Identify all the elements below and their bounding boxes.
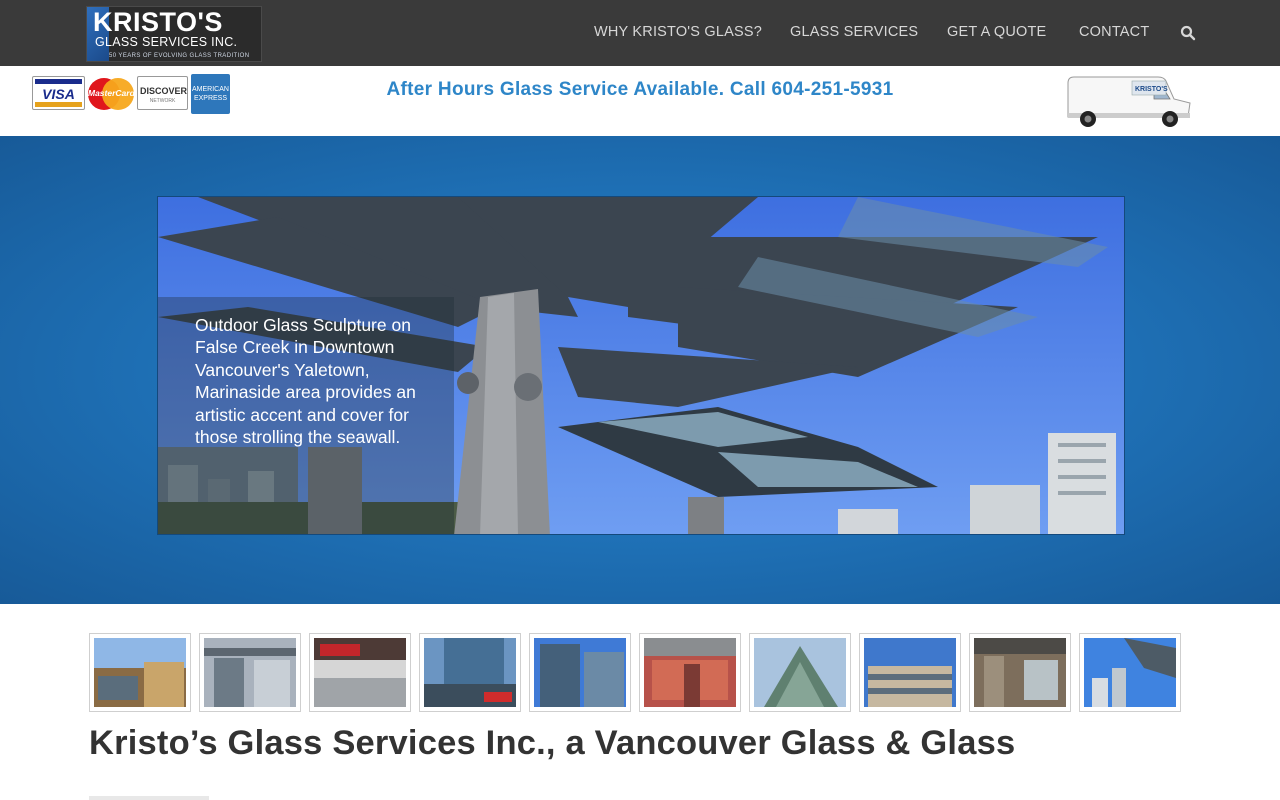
thumb-3[interactable] — [309, 633, 411, 712]
nav-get-a-quote[interactable]: GET A QUOTE — [947, 24, 1046, 40]
logo-tagline: 50 YEARS OF EVOLVING GLASS TRADITION — [109, 53, 250, 59]
van-label: KRISTO'S — [1135, 86, 1168, 93]
thumb-7[interactable] — [749, 633, 851, 712]
logo-brand-line1: KRISTO'S — [93, 7, 223, 37]
thumb-image — [644, 638, 736, 707]
search-icon[interactable] — [1180, 25, 1196, 41]
thumb-image — [974, 638, 1066, 707]
thumb-6[interactable] — [639, 633, 741, 712]
nav-glass-services[interactable]: GLASS SERVICES — [790, 24, 918, 40]
thumb-image — [534, 638, 626, 707]
subtitle-cutoff — [89, 796, 209, 800]
logo-brand-line2: GLASS SERVICES INC. — [95, 35, 238, 49]
thumbnail-strip — [89, 633, 1181, 713]
thumb-8[interactable] — [859, 633, 961, 712]
thumb-1[interactable] — [89, 633, 191, 712]
nav-why-kristos[interactable]: WHY KRISTO'S GLASS? — [594, 24, 762, 40]
thumb-image — [864, 638, 956, 707]
site-logo[interactable]: KRISTO'S GLASS SERVICES INC. 50 YEARS OF… — [86, 6, 262, 62]
thumb-image — [754, 638, 846, 707]
thumb-2[interactable] — [199, 633, 301, 712]
thumb-image — [94, 638, 186, 707]
thumb-10[interactable] — [1079, 633, 1181, 712]
hero-caption: Outdoor Glass Sculpture on False Creek i… — [195, 315, 416, 448]
page-title: Kristo’s Glass Services Inc., a Vancouve… — [89, 724, 1016, 762]
thumb-5[interactable] — [529, 633, 631, 712]
thumb-9[interactable] — [969, 633, 1071, 712]
thumb-4[interactable] — [419, 633, 521, 712]
thumb-image — [314, 638, 406, 707]
service-van-image: KRISTO'S — [1067, 76, 1191, 127]
top-navbar: KRISTO'S GLASS SERVICES INC. 50 YEARS OF… — [0, 0, 1280, 66]
thumb-image — [1084, 638, 1176, 707]
thumb-image — [424, 638, 516, 707]
thumb-image — [204, 638, 296, 707]
nav-contact[interactable]: CONTACT — [1079, 24, 1149, 40]
after-hours-text: After Hours Glass Service Available. Cal… — [386, 79, 894, 100]
